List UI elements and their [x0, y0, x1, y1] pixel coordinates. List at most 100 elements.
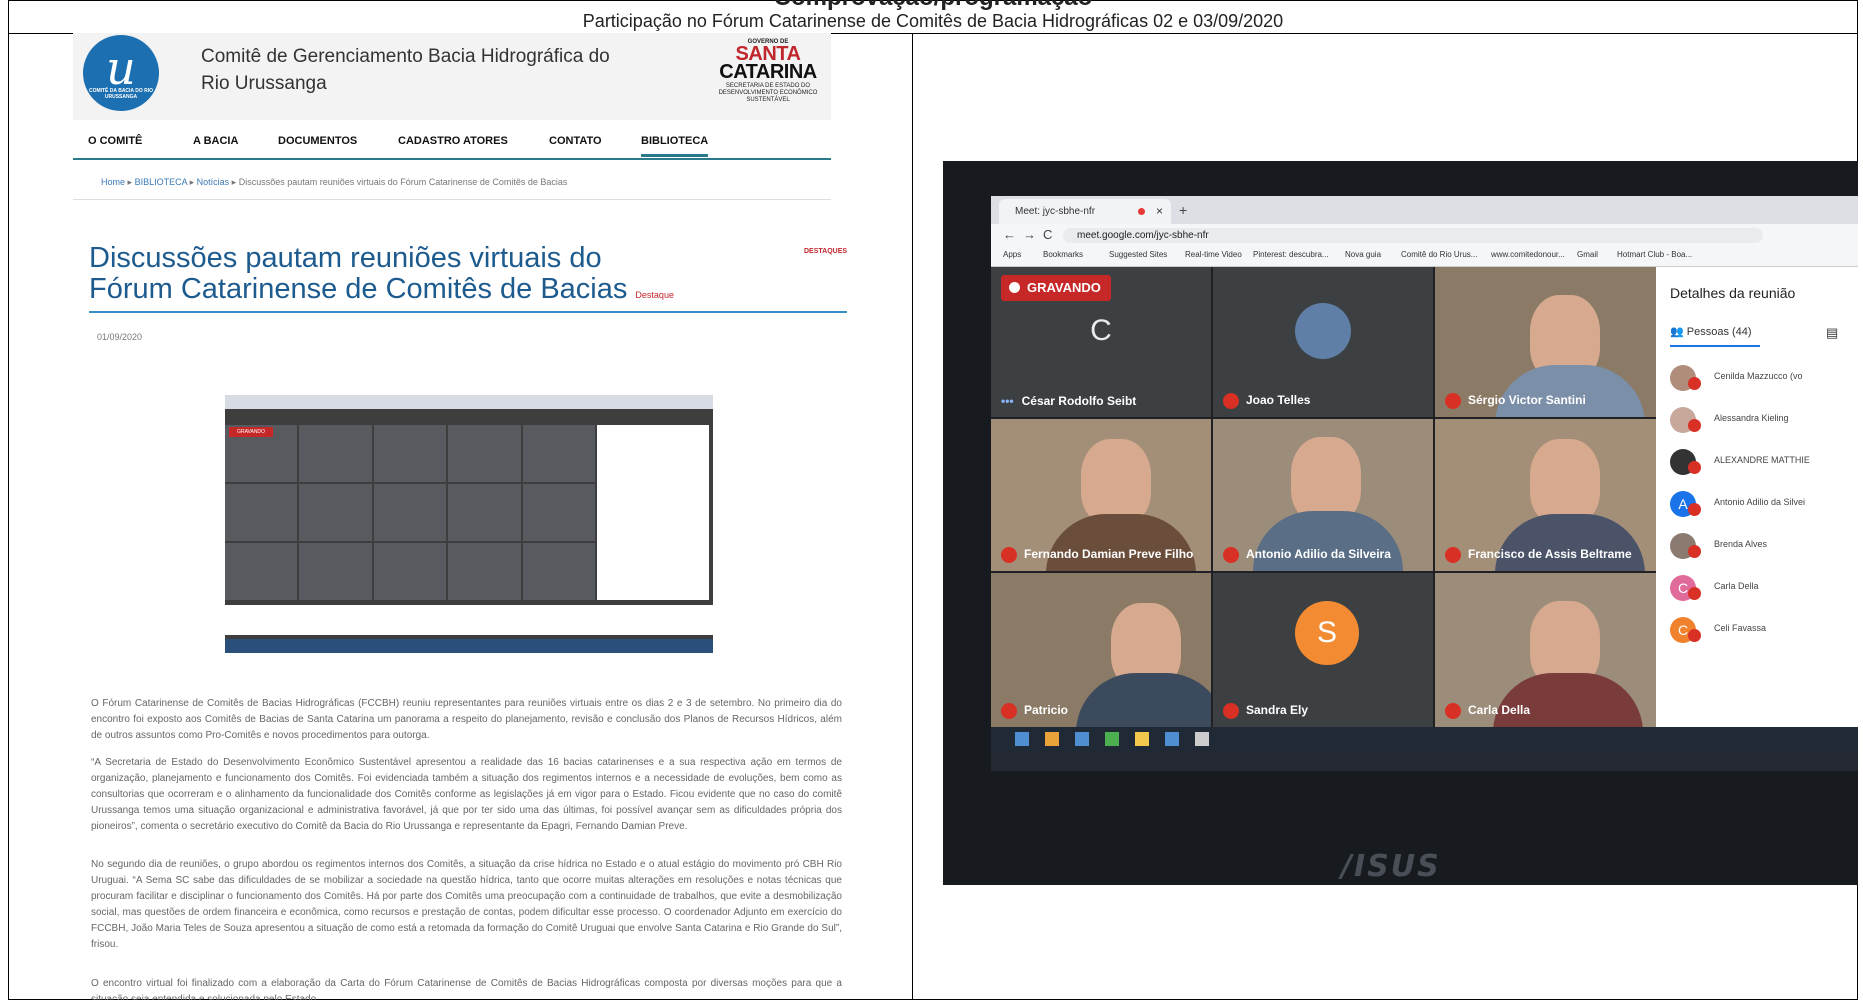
- participant-tile[interactable]: Patricio: [991, 573, 1211, 727]
- navigation-arrows-icon[interactable]: ←→C: [1003, 227, 1059, 242]
- people-list-item[interactable]: Alessandra Kieling: [1670, 405, 1858, 437]
- article-paragraph: No segundo dia de reuniões, o grupo abor…: [91, 859, 842, 950]
- bookmark-item[interactable]: Bookmarks: [1043, 250, 1083, 259]
- meeting-photo: Meet: jyc-sbhe-nfr × + ←→C meet.google.c…: [943, 161, 1858, 885]
- participant-tile[interactable]: GRAVANDO C ••• César Rodolfo Seibt: [991, 267, 1211, 417]
- participant-name: Sandra Ely: [1223, 702, 1308, 719]
- nav-item-biblioteca[interactable]: BIBLIOTECA: [641, 135, 709, 157]
- mic-off-icon: [1223, 547, 1239, 563]
- participant-tile[interactable]: Francisco de Assis Beltrame: [1435, 419, 1656, 571]
- mic-off-icon: [1445, 393, 1461, 409]
- sidebar-destaques-label[interactable]: DESTAQUES: [804, 248, 847, 255]
- participant-name: Carla Della: [1445, 702, 1530, 719]
- chevron-right-icon: ▸: [127, 177, 135, 187]
- avatar: [1295, 303, 1351, 359]
- breadcrumb: Home ▸ BIBLIOTECA ▸ Notícias ▸ Discussõe…: [73, 165, 831, 200]
- bookmark-item[interactable]: Apps: [1003, 250, 1021, 259]
- mail-icon[interactable]: [1075, 732, 1089, 746]
- bookmark-item[interactable]: Real-time Video: [1185, 250, 1242, 259]
- article-paragraph: O encontro virtual foi finalizado com a …: [91, 978, 842, 1000]
- participant-tile[interactable]: S Sandra Ely: [1213, 573, 1433, 727]
- chevron-right-icon: ▸: [189, 177, 197, 187]
- article-date: 01/09/2020: [97, 332, 143, 342]
- nav-item-o-comite[interactable]: O COMITÊ: [88, 135, 142, 147]
- mic-off-icon: [1688, 545, 1701, 558]
- participant-name: Francisco de Assis Beltrame: [1445, 546, 1632, 563]
- people-list-item[interactable]: Brenda Alves: [1670, 531, 1858, 563]
- committee-logo[interactable]: u COMITÊ DA BACIA DO RIO URUSSANGA: [83, 35, 159, 111]
- participant-name: Antonio Adilio da Silveira: [1223, 546, 1391, 563]
- bookmark-item[interactable]: Pinterest: descubra...: [1253, 250, 1329, 259]
- recording-indicator: GRAVANDO: [1001, 275, 1111, 301]
- breadcrumb-current: Discussões pautam reuniões virtuais do F…: [238, 177, 568, 187]
- mic-off-icon: [1445, 703, 1461, 719]
- bookmark-item[interactable]: Suggested Sites: [1109, 250, 1167, 259]
- article-tag[interactable]: Destaque: [635, 290, 674, 300]
- participant-tile[interactable]: Fernando Damian Preve Filho: [991, 419, 1211, 571]
- calculator-icon[interactable]: [1195, 732, 1209, 746]
- breadcrumb-noticias[interactable]: Notícias: [197, 177, 230, 187]
- mic-off-icon: [1688, 587, 1701, 600]
- mic-off-icon: [1688, 629, 1701, 642]
- start-icon[interactable]: [1015, 732, 1029, 746]
- nav-item-a-bacia[interactable]: A BACIA: [193, 135, 238, 147]
- tab-people[interactable]: 👥 Pessoas (44): [1670, 325, 1752, 338]
- participant-tile[interactable]: Antonio Adilio da Silveira: [1213, 419, 1433, 571]
- edge-icon[interactable]: [1165, 732, 1179, 746]
- people-list-item[interactable]: C Carla Della: [1670, 573, 1858, 605]
- panel-title: Detalhes da reunião: [1670, 285, 1796, 301]
- title-divider: [89, 311, 847, 313]
- people-list-item[interactable]: C Celi Favassa: [1670, 615, 1858, 647]
- meeting-details-panel: Detalhes da reunião 👥 Pessoas (44) ▤ Cen…: [1656, 267, 1858, 727]
- laptop-screen: Meet: jyc-sbhe-nfr × + ←→C meet.google.c…: [991, 196, 1858, 771]
- mic-off-icon: [1688, 419, 1701, 432]
- people-list-item[interactable]: A Antonio Adilio da Silvei: [1670, 489, 1858, 521]
- bookmark-item[interactable]: www.comitedonour...: [1491, 250, 1565, 259]
- mic-off-icon: [1001, 547, 1017, 563]
- participant-tile[interactable]: Carla Della: [1435, 573, 1656, 727]
- bookmark-item[interactable]: Gmail: [1577, 250, 1598, 259]
- main-nav: O COMITÊ A BACIA DOCUMENTOS CADASTRO ATO…: [73, 130, 831, 160]
- article-paragraph: “A Secretaria de Estado do Desenvolvimen…: [91, 757, 842, 832]
- nav-item-contato[interactable]: CONTATO: [549, 135, 602, 147]
- app-icon[interactable]: [1105, 732, 1119, 746]
- nav-item-documentos[interactable]: DOCUMENTOS: [278, 135, 357, 147]
- mic-off-icon: [1223, 703, 1239, 719]
- chat-icon[interactable]: ▤: [1826, 325, 1838, 341]
- breadcrumb-biblioteca[interactable]: BIBLIOTECA: [135, 177, 188, 187]
- mic-off-icon: [1001, 703, 1017, 719]
- article-paragraph: O Fórum Catarinense de Comitês de Bacias…: [91, 698, 842, 741]
- nav-item-cadastro-atores[interactable]: CADASTRO ATORES: [398, 135, 508, 147]
- laptop-brand-logo: /ISUS: [1341, 849, 1441, 884]
- address-bar[interactable]: meet.google.com/jyc-sbhe-nfr: [1063, 228, 1763, 243]
- bookmark-item[interactable]: Hotmart Club - Boa...: [1617, 250, 1692, 259]
- mic-off-icon: [1688, 503, 1701, 516]
- breadcrumb-home[interactable]: Home: [101, 177, 125, 187]
- participant-tile[interactable]: Sérgio Victor Santini: [1435, 267, 1656, 417]
- document-heading: Comprovação/programação: [9, 0, 1857, 10]
- site-header: u COMITÊ DA BACIA DO RIO URUSSANGA Comit…: [73, 33, 831, 120]
- people-list-item[interactable]: ALEXANDRE MATTHIE: [1670, 447, 1858, 479]
- new-tab-icon[interactable]: +: [1179, 202, 1187, 218]
- recording-badge: GRAVANDO: [229, 427, 273, 437]
- bookmark-item[interactable]: Comitê do Rio Urus...: [1401, 250, 1477, 259]
- folder-icon[interactable]: [1135, 732, 1149, 746]
- participant-name: ••• César Rodolfo Seibt: [1001, 394, 1137, 408]
- participant-tile[interactable]: Joao Telles: [1213, 267, 1433, 417]
- browser-tab[interactable]: Meet: jyc-sbhe-nfr ×: [999, 199, 1171, 224]
- mic-off-icon: [1445, 547, 1461, 563]
- government-logo: GOVERNO DE SANTA CATARINA SECRETARIA DE …: [718, 39, 818, 103]
- chrome-icon[interactable]: [1045, 732, 1059, 746]
- meeting-screenshot-image: GRAVANDO: [225, 395, 713, 653]
- people-list-item[interactable]: Cenilda Mazzucco (vo: [1670, 363, 1858, 395]
- bookmark-item[interactable]: Nova guia: [1345, 250, 1381, 259]
- participant-name: Patricio: [1001, 702, 1068, 719]
- column-divider: [912, 33, 913, 1000]
- mic-off-icon: [1223, 393, 1239, 409]
- mic-off-icon: [1688, 461, 1701, 474]
- avatar: C: [1073, 303, 1129, 359]
- article-title: Discussões pautam reuniões virtuais do F…: [89, 242, 674, 305]
- document-caption: Participação no Fórum Catarinense de Com…: [9, 10, 1857, 34]
- bookmarks-bar: Apps Bookmarks Suggested Sites Real-time…: [991, 246, 1858, 267]
- avatar: S: [1295, 601, 1359, 665]
